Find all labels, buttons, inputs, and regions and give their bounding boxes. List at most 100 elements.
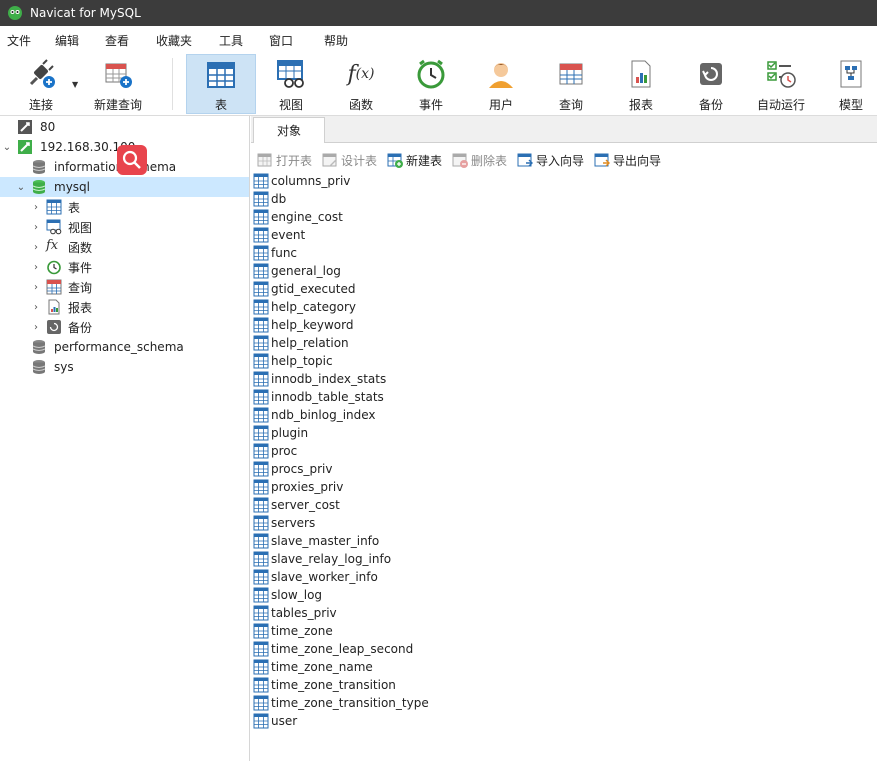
connect-button[interactable]: 连接: [18, 54, 64, 114]
table-list-item[interactable]: db: [253, 190, 286, 208]
connect-dropdown-icon[interactable]: ▼: [72, 80, 78, 89]
menu-file[interactable]: 文件: [7, 32, 31, 49]
table-list-item[interactable]: servers: [253, 514, 315, 532]
table-list-item[interactable]: time_zone_leap_second: [253, 640, 413, 658]
table-name: engine_cost: [271, 210, 343, 224]
table-list-item[interactable]: time_zone_transition: [253, 676, 396, 694]
menu-view[interactable]: 查看: [105, 32, 129, 49]
new-query-label: 新建查询: [93, 98, 142, 112]
tree-node-queries[interactable]: › 查询: [0, 277, 249, 297]
table-icon: [253, 533, 269, 549]
toolbar-queries[interactable]: 查询: [536, 54, 606, 114]
chevron-right-icon[interactable]: ›: [31, 202, 41, 213]
database-icon: [32, 160, 46, 174]
table-list-item[interactable]: slave_worker_info: [253, 568, 378, 586]
import-wizard-button[interactable]: 导入向导: [517, 151, 584, 169]
table-list-item[interactable]: help_category: [253, 298, 356, 316]
toolbar-reports[interactable]: 报表: [606, 54, 676, 114]
table-name: general_log: [271, 264, 341, 278]
chevron-right-icon[interactable]: ›: [31, 222, 41, 233]
table-icon: [253, 569, 269, 585]
table-list-item[interactable]: innodb_index_stats: [253, 370, 386, 388]
clock-icon: [415, 58, 447, 90]
toolbar-tables[interactable]: 表: [186, 54, 256, 114]
search-overlay-button[interactable]: [117, 145, 147, 175]
toolbar-backup[interactable]: 备份: [676, 54, 746, 114]
table-list-item[interactable]: help_keyword: [253, 316, 353, 334]
tree-node-reports[interactable]: › 报表: [0, 297, 249, 317]
tree-connection-80[interactable]: 80: [0, 117, 249, 137]
tree-node-views[interactable]: › 视图: [0, 217, 249, 237]
tree-node-tables[interactable]: › 表: [0, 197, 249, 217]
table-list-item[interactable]: procs_priv: [253, 460, 332, 478]
plug-icon: [25, 58, 57, 90]
menu-tools[interactable]: 工具: [219, 32, 243, 49]
table-icon: [253, 461, 269, 477]
open-table-button[interactable]: 打开表: [257, 151, 312, 169]
table-list-item[interactable]: time_zone_name: [253, 658, 373, 676]
table-name: ndb_binlog_index: [271, 408, 376, 422]
table-list-item[interactable]: time_zone: [253, 622, 333, 640]
table-list-item[interactable]: tables_priv: [253, 604, 337, 622]
table-name: func: [271, 246, 298, 260]
toolbar-users[interactable]: 用户: [466, 54, 536, 114]
table-list-item[interactable]: help_topic: [253, 352, 333, 370]
table-list-item[interactable]: help_relation: [253, 334, 349, 352]
tab-objects[interactable]: 对象: [253, 117, 325, 143]
toolbar-automation[interactable]: 自动运行: [746, 54, 816, 114]
table-list-item[interactable]: engine_cost: [253, 208, 343, 226]
table-list-item[interactable]: columns_priv: [253, 172, 350, 190]
table-icon: [253, 335, 269, 351]
tree-db-sys[interactable]: sys: [0, 357, 249, 377]
new-table-button[interactable]: 新建表: [387, 151, 442, 169]
toolbar-events[interactable]: 事件: [396, 54, 466, 114]
function-icon: fx: [46, 238, 59, 253]
table-list-item[interactable]: func: [253, 244, 297, 262]
chevron-down-icon[interactable]: ⌄: [16, 182, 26, 193]
menu-favorites[interactable]: 收藏夹: [156, 32, 192, 49]
table-list-item[interactable]: plugin: [253, 424, 308, 442]
table-list-item[interactable]: server_cost: [253, 496, 340, 514]
chevron-right-icon[interactable]: ›: [31, 322, 41, 333]
view-icon: [46, 219, 62, 235]
chevron-right-icon[interactable]: ›: [31, 242, 41, 253]
toolbar-model[interactable]: 模型: [816, 54, 877, 114]
table-list-item[interactable]: user: [253, 712, 297, 730]
table-list-item[interactable]: general_log: [253, 262, 341, 280]
chevron-right-icon[interactable]: ›: [31, 302, 41, 313]
new-query-button[interactable]: 新建查询: [88, 54, 148, 114]
table-icon: [46, 199, 62, 215]
table-list-item[interactable]: event: [253, 226, 305, 244]
toolbar-functions-label: 函数: [348, 98, 373, 112]
toolbar-views[interactable]: 视图: [256, 54, 326, 114]
menu-window[interactable]: 窗口: [269, 32, 293, 49]
table-list-item[interactable]: time_zone_transition_type: [253, 694, 429, 712]
toolbar-functions[interactable]: f (x) 函数: [326, 54, 396, 114]
design-table-button[interactable]: 设计表: [322, 151, 377, 169]
table-name: innodb_index_stats: [271, 372, 387, 386]
table-list-item[interactable]: slave_relay_log_info: [253, 550, 391, 568]
table-list-item[interactable]: proxies_priv: [253, 478, 343, 496]
tree-node-backups[interactable]: › 备份: [0, 317, 249, 337]
table-icon: [253, 425, 269, 441]
toolbar-users-label: 用户: [488, 98, 513, 112]
menu-edit[interactable]: 编辑: [55, 32, 79, 49]
table-list-item[interactable]: innodb_table_stats: [253, 388, 384, 406]
tree-node-events[interactable]: › 事件: [0, 257, 249, 277]
table-name: columns_priv: [271, 174, 351, 188]
table-list-item[interactable]: ndb_binlog_index: [253, 406, 376, 424]
chevron-down-icon[interactable]: ⌄: [2, 142, 12, 153]
table-list-item[interactable]: slave_master_info: [253, 532, 379, 550]
chevron-right-icon[interactable]: ›: [31, 262, 41, 273]
export-wizard-button[interactable]: 导出向导: [594, 151, 661, 169]
delete-table-label: 删除表: [471, 153, 508, 168]
menu-help[interactable]: 帮助: [324, 32, 348, 49]
table-list-item[interactable]: proc: [253, 442, 297, 460]
delete-table-button[interactable]: 删除表: [452, 151, 507, 169]
tree-node-functions[interactable]: › fx 函数: [0, 237, 249, 257]
tree-db-mysql[interactable]: ⌄ mysql: [0, 177, 249, 197]
tree-db-performance-schema[interactable]: performance_schema: [0, 337, 249, 357]
table-list-item[interactable]: slow_log: [253, 586, 322, 604]
chevron-right-icon[interactable]: ›: [31, 282, 41, 293]
table-list-item[interactable]: gtid_executed: [253, 280, 355, 298]
